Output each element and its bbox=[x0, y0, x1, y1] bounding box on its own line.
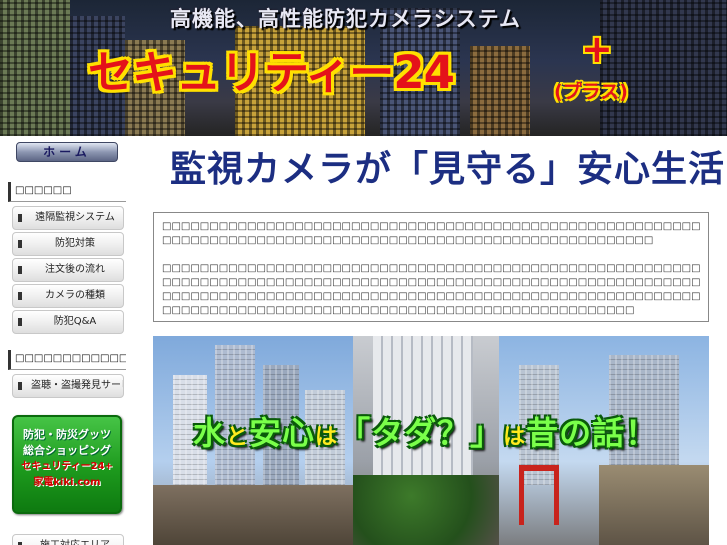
intro-line: □□□□□□□□□□□□□□□□□□□□□□□□□□□□□□□□□□□□□□□□… bbox=[162, 263, 700, 274]
caption-word: 水 bbox=[193, 414, 227, 452]
nav-item-service-area[interactable]: 施工対応エリア bbox=[12, 534, 124, 545]
nav-item-label: カメラの種類 bbox=[45, 290, 105, 301]
nav-item-label: 盗聴・盗撮発見サービス bbox=[31, 380, 123, 391]
nav-item-order-flow[interactable]: 注文後の流れ bbox=[12, 258, 124, 282]
intro-line: □□□□□□□□□□□□□□□□□□□□□□□□□□□□□□□□□□□□□□□□… bbox=[162, 305, 635, 316]
intro-line: □□□□□□□□□□□□□□□□□□□□□□□□□□□□□□□□□□□□□□□□… bbox=[162, 277, 700, 288]
shop-banner-line: セキュリティー24+ bbox=[21, 461, 113, 472]
nav-item-label: 防犯Q&A bbox=[53, 316, 97, 327]
brand-plus-mark: + bbox=[581, 27, 613, 71]
nav-item-bug-detection[interactable]: 盗聴・盗撮発見サービス bbox=[12, 374, 124, 398]
shop-banner-line: 防犯・防災グッツ bbox=[23, 428, 111, 441]
home-button[interactable]: ホーム bbox=[16, 142, 118, 162]
plant-graphic bbox=[353, 475, 499, 545]
torii-gate-graphic bbox=[519, 465, 559, 525]
photo-collage-banner: 水と安心は「タダ？」は昔の話！ bbox=[153, 336, 709, 545]
arcade-graphic bbox=[599, 465, 709, 545]
nav-item-faq[interactable]: 防犯Q&A bbox=[12, 310, 124, 334]
building-graphic bbox=[470, 46, 530, 136]
nav-item-label: 施工対応エリア bbox=[29, 535, 121, 545]
intro-line: □□□□□□□□□□□□□□□□□□□□□□□□□□□□□□□□□□□□□□□□… bbox=[162, 221, 700, 232]
nav-section-heading: □□□□□□□□□□□□ bbox=[8, 350, 126, 370]
brand-plus-text: (プラス) bbox=[554, 81, 628, 103]
nav-item-label: 防犯対策 bbox=[55, 238, 95, 249]
bullet-icon bbox=[18, 214, 22, 222]
nav-list: 遠隔監視システム 防犯対策 注文後の流れ カメラの種類 防犯Q&A bbox=[12, 206, 124, 336]
caption-word: 昔の話！ bbox=[526, 414, 659, 452]
header-subtitle: 高機能、高性能防犯カメラシステム bbox=[170, 6, 521, 31]
brand-title: セキュリティー24 bbox=[88, 46, 455, 99]
bullet-icon bbox=[18, 240, 22, 248]
nav-item-crime-prevention[interactable]: 防犯対策 bbox=[12, 232, 124, 256]
caption-particle: は bbox=[315, 425, 339, 450]
nav-item-label: 遠隔監視システム bbox=[35, 212, 115, 223]
shop-banner-line: 総合ショッピング bbox=[23, 444, 111, 457]
page-title: 監視カメラが「見守る」安心生活！ bbox=[170, 149, 727, 190]
nav-item-label: 注文後の流れ bbox=[45, 264, 105, 275]
intro-spacer bbox=[162, 248, 700, 262]
building-graphic bbox=[600, 0, 727, 136]
header-banner: 高機能、高性能防犯カメラシステム セキュリティー24 + (プラス) bbox=[0, 0, 727, 136]
intro-line: □□□□□□□□□□□□□□□□□□□□□□□□□□□□□□□□□□□□□□□□… bbox=[162, 235, 654, 246]
shop-banner-line: 家電kiki.com bbox=[33, 477, 101, 488]
photo-caption: 水と安心は「タダ？」は昔の話！ bbox=[193, 408, 658, 454]
building-graphic bbox=[0, 0, 70, 136]
page: 高機能、高性能防犯カメラシステム セキュリティー24 + (プラス) ホーム □… bbox=[0, 0, 727, 545]
shop-banner-link[interactable]: 防犯・防災グッツ 総合ショッピング セキュリティー24+ 家電kiki.com bbox=[12, 415, 122, 514]
nav-item-camera-types[interactable]: カメラの種類 bbox=[12, 284, 124, 308]
restaurant-graphic bbox=[153, 485, 353, 545]
intro-text-box: □□□□□□□□□□□□□□□□□□□□□□□□□□□□□□□□□□□□□□□□… bbox=[153, 212, 709, 322]
bullet-icon bbox=[18, 382, 22, 390]
bullet-icon bbox=[18, 266, 22, 274]
bullet-icon bbox=[18, 318, 22, 326]
nav-section-heading: □□□□□□ bbox=[8, 182, 126, 202]
nav-list: 盗聴・盗撮発見サービス bbox=[12, 374, 124, 400]
bullet-icon bbox=[18, 292, 22, 300]
caption-particle: は bbox=[503, 425, 527, 450]
caption-particle: と bbox=[226, 425, 250, 450]
caption-word: 「タダ？」 bbox=[338, 414, 504, 452]
intro-line: □□□□□□□□□□□□□□□□□□□□□□□□□□□□□□□□□□□□□□□□… bbox=[162, 291, 700, 302]
nav-item-remote-monitoring[interactable]: 遠隔監視システム bbox=[12, 206, 124, 230]
caption-word: 安心 bbox=[249, 414, 316, 452]
